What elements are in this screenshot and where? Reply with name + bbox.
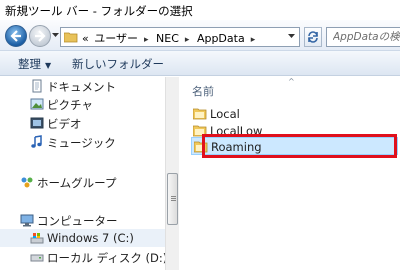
nav-item-drive-d[interactable]: ローカル ディスク (D:) — [0, 248, 168, 266]
folder-icon — [193, 108, 207, 120]
document-icon — [32, 79, 42, 93]
search-box[interactable] — [326, 27, 400, 47]
breadcrumb-item-users[interactable]: ユーザー — [94, 32, 138, 45]
search-input[interactable] — [327, 28, 400, 46]
refresh-button[interactable] — [304, 27, 322, 47]
nav-item-documents[interactable]: ドキュメント — [0, 77, 165, 95]
title-bar: 新規ツール バー - フォルダーの選択 — [0, 0, 400, 20]
breadcrumb-separator[interactable]: ▸ — [144, 35, 149, 45]
nav-item-pictures[interactable]: ピクチャ — [0, 95, 165, 113]
address-dropdown-icon[interactable] — [288, 34, 295, 39]
nav-item-computer[interactable]: コンピューター — [0, 211, 165, 229]
music-icon — [31, 135, 42, 148]
forward-button[interactable] — [29, 25, 51, 47]
chevron-down-icon: ▼ — [45, 61, 52, 70]
breadcrumb-overflow[interactable]: « — [82, 32, 89, 45]
sort-ascending-icon: ^ — [288, 77, 295, 86]
picture-icon — [30, 98, 44, 110]
breadcrumb-separator[interactable]: ▸ — [251, 35, 256, 45]
address-row: « ユーザー ▸ NEC ▸ AppData ▸ — [0, 20, 400, 51]
arrow-right-icon — [35, 30, 46, 42]
video-icon — [30, 117, 44, 129]
homegroup-icon — [21, 177, 33, 188]
nav-item-label: ビデオ — [47, 117, 82, 131]
scrollbar-thumb[interactable] — [167, 173, 178, 225]
breadcrumb-item-nec[interactable]: NEC — [156, 32, 179, 45]
breadcrumb-item-appdata[interactable]: AppData — [197, 32, 245, 45]
new-folder-button[interactable]: 新しいフォルダー — [72, 56, 164, 72]
file-list: ^ 名前 Local LocalLow Roaming — [180, 77, 400, 270]
nav-item-label: Windows 7 (C:) — [47, 231, 134, 245]
window-title: 新規ツール バー - フォルダーの選択 — [5, 4, 193, 18]
navigation-scrollbar[interactable] — [165, 77, 179, 270]
column-header-name[interactable]: 名前 — [192, 83, 214, 99]
organize-label: 整理 — [18, 57, 41, 71]
arrow-left-icon — [10, 30, 21, 42]
disk-icon — [30, 254, 44, 262]
nav-item-videos[interactable]: ビデオ — [0, 114, 165, 132]
nav-item-homegroup[interactable]: ホームグループ — [0, 173, 165, 191]
drive-icon — [30, 233, 44, 244]
highlight-box — [202, 134, 397, 158]
nav-item-label: ホームグループ — [37, 176, 117, 190]
breadcrumb-separator[interactable]: ▸ — [185, 35, 190, 45]
command-bar: 整理 ▼ 新しいフォルダー — [0, 51, 400, 76]
recent-pages-dropdown-icon[interactable] — [52, 33, 59, 38]
computer-icon — [20, 214, 34, 227]
folder-name: Local — [210, 107, 240, 121]
folder-icon — [64, 32, 78, 43]
address-bar[interactable]: « ユーザー ▸ NEC ▸ AppData ▸ — [60, 27, 300, 47]
breadcrumb: « ユーザー ▸ NEC ▸ AppData ▸ — [82, 30, 259, 46]
nav-item-label: ピクチャ — [47, 98, 93, 112]
navigation-pane: ドキュメント ピクチャ ビデオ ミュージック ホームグループ コンピューター W… — [0, 77, 168, 270]
organize-button[interactable]: 整理 ▼ — [18, 56, 51, 72]
back-button[interactable] — [5, 25, 27, 47]
nav-item-label: ローカル ディスク (D:) — [47, 251, 168, 265]
nav-item-label: コンピューター — [37, 214, 118, 228]
nav-item-label: ミュージック — [47, 136, 116, 150]
nav-item-label: ドキュメント — [47, 80, 116, 94]
nav-item-music[interactable]: ミュージック — [0, 133, 165, 151]
refresh-icon — [308, 31, 318, 43]
grip-icon — [171, 196, 176, 197]
nav-item-drive-c[interactable]: Windows 7 (C:) — [0, 229, 165, 247]
